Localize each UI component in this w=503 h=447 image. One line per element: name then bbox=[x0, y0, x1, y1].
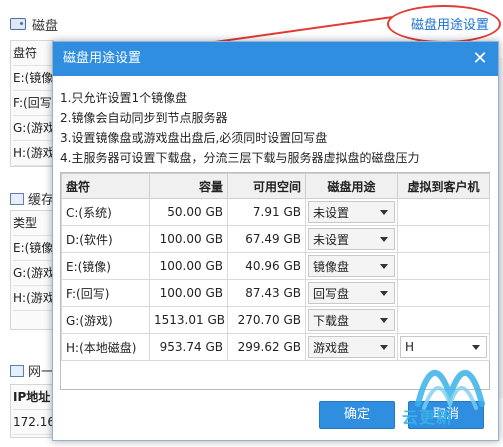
table-row[interactable]: C:(系统) 50.00 GB 7.91 GB 未设置 bbox=[61, 198, 490, 226]
ok-button[interactable]: 确定 bbox=[319, 401, 395, 429]
cache-list-item[interactable]: H:(游戏 bbox=[13, 286, 55, 311]
cell-capacity: 953.74 GB bbox=[149, 333, 228, 361]
cache-icon bbox=[10, 192, 24, 205]
disk-list-item[interactable]: E:(镜像 bbox=[13, 66, 55, 91]
disk-list-item[interactable]: F:(回写 bbox=[13, 91, 55, 116]
cell-drive: H:(本地磁盘) bbox=[61, 333, 150, 361]
cache-list: 类型 E:(镜像 G:(游戏 H:(游戏 bbox=[10, 210, 55, 330]
cell-capacity: 1513.01 GB bbox=[149, 306, 228, 334]
disk-icon bbox=[10, 18, 26, 30]
note-line: 1.只允许设置1个镜像盘 bbox=[60, 91, 188, 105]
watermark-text: 云更新 bbox=[402, 408, 454, 427]
table-row[interactable]: F:(回写) 100.00 GB 87.43 GB 回写盘 bbox=[61, 279, 490, 307]
table-empty-area bbox=[62, 361, 490, 389]
cell-capacity: 50.00 GB bbox=[149, 198, 228, 226]
cell-capacity: 100.00 GB bbox=[149, 279, 228, 307]
cell-virtual bbox=[397, 225, 490, 253]
chevron-down-icon bbox=[380, 344, 388, 350]
usage-select[interactable]: 镜像盘 bbox=[308, 255, 395, 277]
usage-select[interactable]: 未设置 bbox=[308, 201, 395, 223]
network-list-header: IP地址 bbox=[13, 385, 55, 410]
cell-virtual bbox=[397, 279, 490, 307]
disk-list-item[interactable]: G:(游戏 bbox=[13, 116, 55, 141]
usage-select[interactable]: 下载盘 bbox=[308, 309, 395, 331]
network-list-item: 172.16 bbox=[13, 410, 55, 435]
usage-select-value: 下载盘 bbox=[313, 313, 350, 328]
dialog-notes: 1.只允许设置1个镜像盘 2.镜像会自动同步到节点服务器 3.设置镜像盘或游戏盘… bbox=[60, 88, 419, 168]
cache-list-item[interactable]: G:(游戏 bbox=[13, 261, 55, 286]
column-header-drive: 盘符 bbox=[61, 173, 150, 199]
usage-select-value: 游戏盘 bbox=[313, 340, 350, 355]
disk-usage-dialog: 磁盘用途设置 ✕ 1.只允许设置1个镜像盘 2.镜像会自动同步到节点服务器 3.… bbox=[52, 41, 499, 441]
cell-free: 87.43 GB bbox=[227, 279, 306, 307]
network-icon bbox=[10, 364, 24, 377]
usage-select[interactable]: 回写盘 bbox=[308, 282, 395, 304]
virtual-select[interactable]: H bbox=[400, 336, 487, 358]
cell-free: 7.91 GB bbox=[227, 198, 306, 226]
disk-section-title: 磁盘 bbox=[32, 18, 59, 34]
dialog-title: 磁盘用途设置 bbox=[63, 51, 142, 66]
cell-virtual bbox=[397, 306, 490, 334]
cache-list-item[interactable]: E:(镜像 bbox=[13, 236, 55, 261]
note-line: 4.主服务器可设置下载盘，分流三层下载与服务器虚拟盘的磁盘压力 bbox=[60, 151, 420, 165]
cell-drive: D:(软件) bbox=[61, 225, 150, 253]
cell-capacity: 100.00 GB bbox=[149, 225, 228, 253]
cell-drive: F:(回写) bbox=[61, 279, 150, 307]
cache-section-title: 缓存 bbox=[28, 193, 55, 208]
network-section-header: 网一 bbox=[10, 361, 54, 380]
column-header-capacity: 容量 bbox=[149, 173, 228, 199]
chevron-down-icon bbox=[380, 290, 388, 296]
usage-select-value: 回写盘 bbox=[313, 286, 350, 301]
network-list: IP地址 172.16 bbox=[10, 384, 55, 438]
note-line: 2.镜像会自动同步到节点服务器 bbox=[60, 111, 228, 125]
usage-select-value: 未设置 bbox=[313, 205, 350, 220]
table-header-row: 盘符 容量 可用空间 磁盘用途 虚拟到客户机 bbox=[61, 173, 490, 199]
cell-capacity: 100.00 GB bbox=[149, 252, 228, 280]
cache-section-header: 缓存 bbox=[10, 189, 54, 208]
chevron-down-icon bbox=[380, 263, 388, 269]
chevron-down-icon bbox=[380, 209, 388, 215]
annotation-circle bbox=[387, 5, 501, 43]
cache-list-header: 类型 bbox=[13, 211, 55, 236]
disk-list: 盘符 E:(镜像 F:(回写 G:(游戏 H:(游戏 bbox=[10, 40, 55, 167]
usage-select[interactable]: 游戏盘 bbox=[308, 336, 395, 358]
disk-section-header: 磁盘 bbox=[10, 14, 58, 34]
table-row[interactable]: D:(软件) 100.00 GB 67.49 GB 未设置 bbox=[61, 225, 490, 253]
disk-list-header: 盘符 bbox=[13, 41, 55, 66]
cell-virtual bbox=[397, 198, 490, 226]
cell-free: 40.96 GB bbox=[227, 252, 306, 280]
cell-free: 270.70 GB bbox=[227, 306, 306, 334]
chevron-down-icon bbox=[380, 236, 388, 242]
close-icon[interactable]: ✕ bbox=[470, 49, 490, 69]
usage-select-value: 未设置 bbox=[313, 232, 350, 247]
chevron-down-icon bbox=[472, 344, 480, 350]
note-line: 3.设置镜像盘或游戏盘出盘后,必须同时设置回写盘 bbox=[60, 131, 328, 145]
usage-select[interactable]: 未设置 bbox=[308, 228, 395, 250]
table-row[interactable]: H:(本地磁盘) 953.74 GB 299.62 GB 游戏盘 H bbox=[61, 333, 490, 361]
disk-table: 盘符 容量 可用空间 磁盘用途 虚拟到客户机 C:(系统) 50.00 GB 7… bbox=[60, 172, 490, 390]
column-header-virtual: 虚拟到客户机 bbox=[397, 173, 490, 199]
cell-virtual bbox=[397, 252, 490, 280]
cell-free: 299.62 GB bbox=[227, 333, 306, 361]
cell-drive: C:(系统) bbox=[61, 198, 150, 226]
virtual-select-value: H bbox=[405, 340, 415, 354]
cell-drive: G:(游戏) bbox=[61, 306, 150, 334]
table-row[interactable]: G:(游戏) 1513.01 GB 270.70 GB 下载盘 bbox=[61, 306, 490, 334]
usage-select-value: 镜像盘 bbox=[313, 259, 350, 274]
cell-free: 67.49 GB bbox=[227, 225, 306, 253]
network-section-title: 网一 bbox=[28, 365, 55, 380]
dialog-titlebar: 磁盘用途设置 ✕ bbox=[53, 42, 498, 76]
chevron-down-icon bbox=[380, 317, 388, 323]
table-row[interactable]: E:(镜像) 100.00 GB 40.96 GB 镜像盘 bbox=[61, 252, 490, 280]
column-header-usage: 磁盘用途 bbox=[305, 173, 398, 199]
cell-drive: E:(镜像) bbox=[61, 252, 150, 280]
disk-list-item[interactable]: H:(游戏 bbox=[13, 141, 55, 166]
column-header-free: 可用空间 bbox=[227, 173, 306, 199]
